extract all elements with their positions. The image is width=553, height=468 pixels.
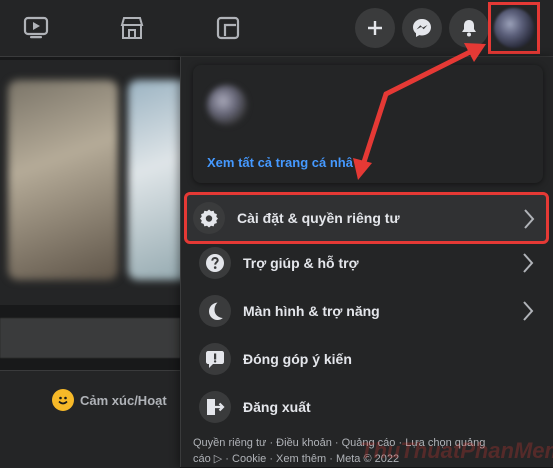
menu-item-label: Trợ giúp & hỗ trợ (243, 255, 359, 271)
profile-card[interactable]: Xem tất cả trang cá nhâ (193, 65, 543, 183)
feeling-label: Cảm xúc/Hoạt (80, 392, 167, 408)
feeling-activity-button[interactable]: Cảm xúc/Hoạt (52, 389, 167, 411)
menu-item-help-support[interactable]: Trợ giúp & hỗ trợ (193, 241, 543, 285)
avatar (207, 85, 247, 125)
chevron-right-icon (523, 253, 534, 273)
watermark: ThuThuatPhanMem.vn (360, 438, 553, 463)
logout-icon (199, 391, 231, 423)
menu-item-settings-privacy[interactable]: Cài đặt & quyền riêng tư (184, 192, 549, 244)
menu-item-label: Màn hình & trợ năng (243, 303, 380, 319)
marketplace-icon[interactable] (118, 14, 146, 42)
top-navigation-bar (0, 0, 553, 57)
chevron-right-icon (523, 301, 534, 321)
watch-icon[interactable] (22, 14, 50, 42)
bell-icon (462, 20, 476, 37)
menu-item-label: Cài đặt & quyền riêng tư (237, 210, 400, 226)
help-icon (199, 247, 231, 279)
post-actions-bar: Cảm xúc/Hoạt (0, 370, 180, 468)
menu-item-display-accessibility[interactable]: Màn hình & trợ năng (193, 289, 543, 333)
stories-section (0, 60, 238, 305)
create-button[interactable] (355, 8, 395, 48)
account-avatar-button[interactable] (488, 2, 540, 54)
messenger-icon (413, 19, 431, 37)
notifications-button[interactable] (449, 8, 489, 48)
create-post-box[interactable] (0, 318, 180, 358)
gear-icon (193, 202, 225, 234)
plus-icon (368, 21, 382, 35)
menu-item-label: Đăng xuất (243, 399, 311, 415)
feedback-icon (199, 343, 231, 375)
menu-item-log-out[interactable]: Đăng xuất (193, 385, 543, 429)
smile-icon (52, 389, 74, 411)
account-dropdown-menu: Xem tất cả trang cá nhâ Cài đặt & quyền … (180, 57, 553, 467)
chevron-right-icon (524, 209, 535, 229)
moon-icon (199, 295, 231, 327)
avatar (494, 8, 534, 48)
menu-item-label: Đóng góp ý kiến (243, 351, 352, 367)
see-all-profiles-link[interactable]: Xem tất cả trang cá nhâ (207, 155, 353, 170)
gaming-icon[interactable] (214, 14, 242, 42)
story-card[interactable] (8, 80, 118, 280)
messenger-button[interactable] (402, 8, 442, 48)
menu-item-give-feedback[interactable]: Đóng góp ý kiến (193, 337, 543, 381)
